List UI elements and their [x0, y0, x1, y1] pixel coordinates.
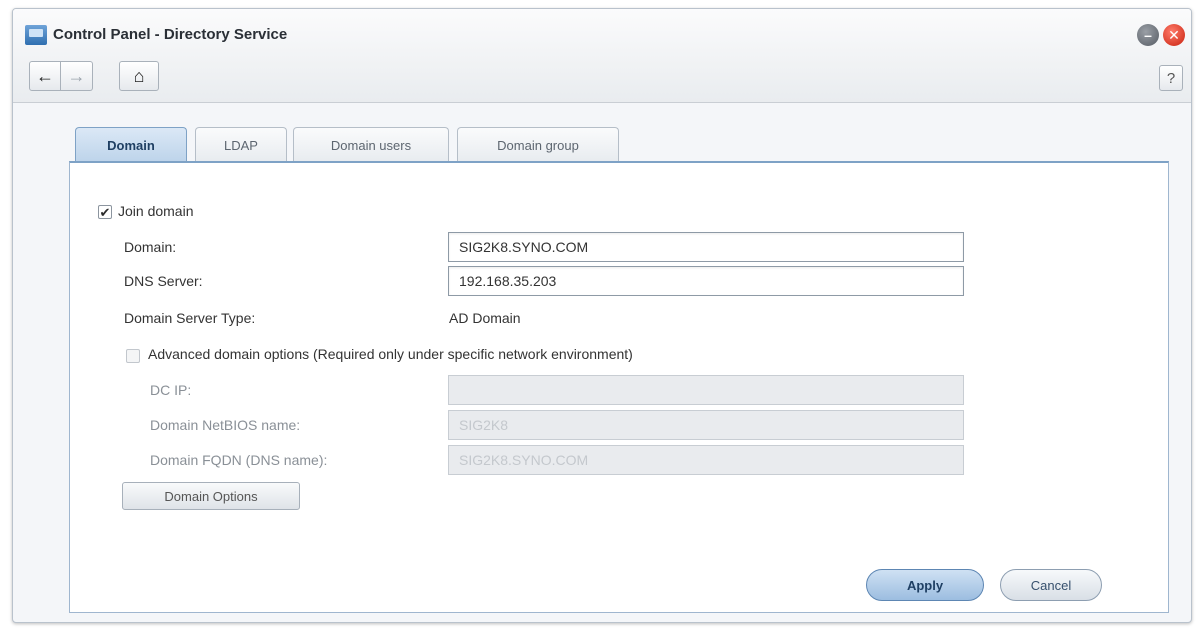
window-title: Control Panel - Directory Service: [53, 26, 288, 43]
tab-domain[interactable]: Domain: [75, 127, 187, 163]
forward-arrow-icon: →: [67, 65, 86, 86]
help-button[interactable]: ?: [1159, 65, 1183, 91]
netbios-input[interactable]: SIG2K8: [448, 410, 964, 440]
apply-button[interactable]: Apply: [866, 569, 984, 601]
dns-server-label: DNS Server:: [124, 273, 203, 289]
close-icon[interactable]: ✕: [1163, 24, 1185, 46]
tab-domain-users[interactable]: Domain users: [293, 127, 449, 163]
cancel-button[interactable]: Cancel: [1000, 569, 1102, 601]
domain-server-type-label: Domain Server Type:: [124, 310, 256, 326]
fqdn-label: Domain FQDN (DNS name):: [150, 452, 328, 468]
control-panel-window: Control Panel - Directory Service – ✕ ← …: [12, 8, 1192, 623]
netbios-label: Domain NetBIOS name:: [150, 417, 301, 433]
fqdn-input[interactable]: SIG2K8.SYNO.COM: [448, 445, 964, 475]
join-domain-label: Join domain: [118, 203, 194, 219]
domain-input[interactable]: SIG2K8.SYNO.COM: [448, 232, 964, 262]
tab-domain-group[interactable]: Domain group: [457, 127, 619, 163]
advanced-options-checkbox[interactable]: [126, 349, 140, 363]
tab-bar: Domain LDAP Domain users Domain group: [63, 123, 1173, 163]
title-bar: Control Panel - Directory Service – ✕ ← …: [13, 9, 1191, 103]
minimize-icon[interactable]: –: [1137, 24, 1159, 46]
control-panel-icon: [25, 25, 47, 45]
forward-button[interactable]: →: [61, 61, 93, 91]
back-arrow-icon: ←: [36, 65, 54, 86]
checkmark-icon: ✔: [99, 204, 111, 220]
domain-settings-panel: ✔ Join domain Domain: SIG2K8.SYNO.COM DN…: [69, 161, 1169, 613]
dc-ip-label: DC IP:: [150, 382, 192, 398]
dc-ip-input[interactable]: [448, 375, 964, 405]
domain-options-button[interactable]: Domain Options: [122, 482, 300, 510]
tab-ldap[interactable]: LDAP: [195, 127, 287, 163]
home-button[interactable]: ⌂: [119, 61, 159, 91]
help-icon: ?: [1166, 69, 1176, 87]
domain-label: Domain:: [124, 239, 177, 255]
join-domain-checkbox[interactable]: ✔: [98, 205, 112, 219]
advanced-options-label: Advanced domain options (Required only u…: [148, 346, 633, 362]
back-button[interactable]: ←: [29, 61, 61, 91]
home-icon: ⌂: [133, 65, 145, 86]
domain-server-type-value: AD Domain: [449, 310, 521, 326]
dns-server-input[interactable]: 192.168.35.203: [448, 266, 964, 296]
